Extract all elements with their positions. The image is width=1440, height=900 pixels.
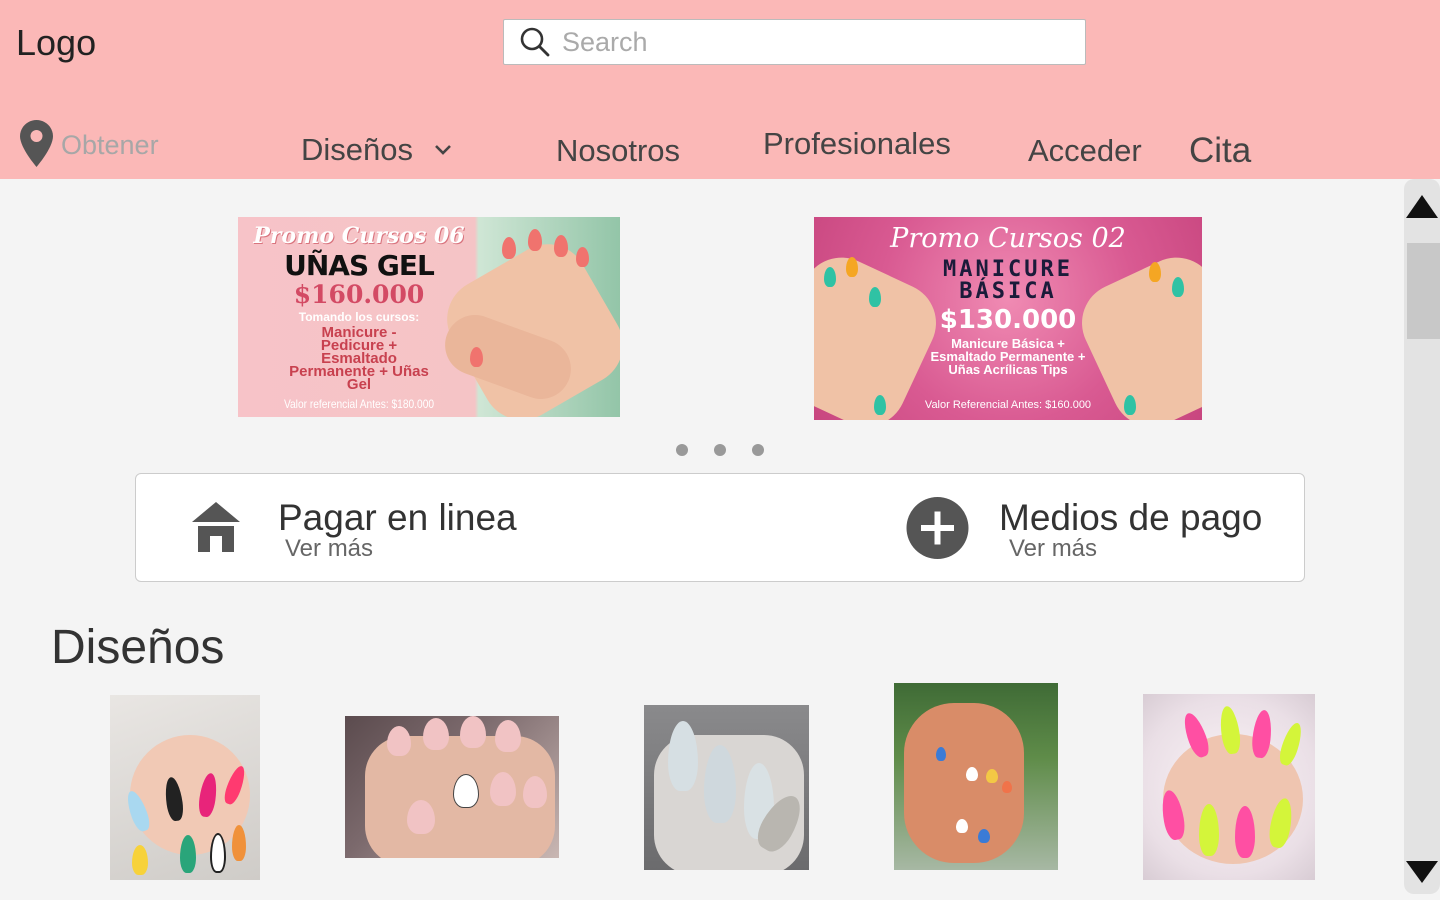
nail-decoration [986,769,998,783]
design-thumbnail-2[interactable] [345,716,559,858]
nav-nosotros[interactable]: Nosotros [556,133,680,169]
nav-disenos[interactable]: Diseños [301,132,453,168]
nail-decoration [232,825,246,861]
nail-decoration [978,829,990,843]
header: Logo Obtener Diseños Nosotros Profesiona… [0,0,1440,179]
nail-decoration [453,774,479,808]
pay-online-link[interactable]: Ver más [285,535,373,563]
nav-cita[interactable]: Cita [1189,131,1251,171]
carousel-dot-1[interactable] [676,444,688,456]
nav-acceder[interactable]: Acceder [1028,133,1142,169]
banner1-heading: UÑAS GEL [284,249,435,282]
nail-decoration [460,716,486,748]
nail-decoration [180,835,196,873]
carousel-dot-2[interactable] [714,444,726,456]
banner2-details: Manicure Básica + Esmaltado Permanente +… [930,336,1086,377]
nail-decoration [936,747,946,761]
nail-decoration [1276,720,1306,768]
banner1-title: Promo Cursos 06 [253,223,465,249]
nail-decoration [387,726,411,756]
nail-decoration [554,235,568,257]
pay-online-title[interactable]: Pagar en linea [278,497,517,539]
nail-decoration [132,845,148,875]
nail-decoration [956,819,968,833]
payment-methods-link[interactable]: Ver más [1009,535,1097,563]
location-label: Obtener [61,130,159,160]
search-bar[interactable] [503,19,1086,65]
location-pin-icon [20,120,53,167]
search-icon [520,27,550,57]
banner1-details: Manicure - Pedicure + Esmaltado Permanen… [289,324,429,393]
banner2-footer: Valor Referencial Antes: $160.000 [924,399,1092,411]
home-icon[interactable] [190,500,242,554]
banner1-price: $160.000 [293,280,425,309]
payment-methods-title[interactable]: Medios de pago [999,497,1262,539]
nail-decoration [1002,781,1012,793]
nail-decoration [423,718,449,750]
location-button[interactable]: Obtener [20,120,159,167]
nail-decoration [495,720,521,752]
design-thumbnail-4[interactable] [894,683,1058,870]
plus-circle-icon[interactable] [906,496,969,560]
nav-profesionales[interactable]: Profesionales [763,126,951,162]
design-thumbnail-3[interactable] [644,705,809,870]
scroll-up-arrow-icon[interactable] [1404,192,1440,222]
nail-decoration [407,800,435,834]
design-thumbnail-1[interactable] [110,695,260,880]
nail-decoration [490,772,516,806]
banner2-price: $130.000 [939,305,1077,335]
promo-banner-uñas-gel[interactable]: Promo Cursos 06 UÑAS GEL $160.000 Tomand… [238,217,620,417]
banner1-subtitle: Tomando los cursos: [298,310,420,324]
nail-decoration [966,767,978,781]
scroll-down-arrow-icon[interactable] [1404,858,1440,886]
banner2-title: Promo Cursos 02 [890,223,1126,254]
nail-decoration [523,776,547,808]
scrollbar-thumb[interactable] [1407,243,1440,339]
designs-section-title: Diseños [51,621,225,674]
nav-disenos-label: Diseños [301,132,413,167]
promo-banner-manicure-basica[interactable]: Promo Cursos 02 MANICURE BÁSICA $130.000… [814,217,1202,420]
design-thumbnail-5[interactable] [1143,694,1315,880]
nail-decoration [210,833,226,873]
carousel-dot-3[interactable] [752,444,764,456]
nail-decoration [576,247,589,267]
chevron-down-icon [435,145,451,155]
logo[interactable]: Logo [16,22,96,64]
search-input[interactable] [562,26,1062,58]
banner2-heading: MANICURE BÁSICA [943,257,1073,304]
nail-decoration [668,721,698,791]
banner1-footer: Valor referencial Antes: $180.000 [283,397,435,411]
